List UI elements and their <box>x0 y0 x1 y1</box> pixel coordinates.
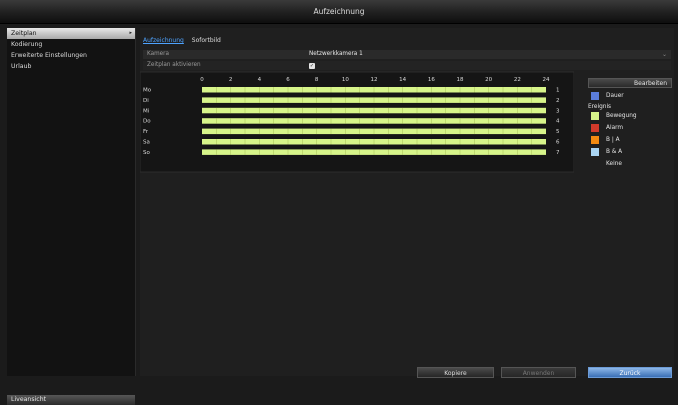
legend-b-and-a-label: B & A <box>606 149 623 155</box>
legend-alarm[interactable]: Alarm <box>588 123 672 135</box>
hour-tick-label: 12 <box>371 77 378 83</box>
hour-tick-label: 10 <box>342 77 349 83</box>
day-index: 5 <box>556 129 560 135</box>
day-index: 7 <box>556 150 560 156</box>
hour-tick-label: 20 <box>485 77 492 83</box>
legend-event-title: Ereignis <box>588 104 612 110</box>
hour-tick-label: 2 <box>229 77 233 83</box>
day-label: Fr <box>143 129 149 135</box>
sidebar-item-urlaub[interactable]: Urlaub <box>7 61 135 72</box>
window-title: Aufzeichnung <box>313 7 365 16</box>
hour-tick-label: 24 <box>543 77 550 83</box>
sidebar-item-zeitplan[interactable]: Zeitplan <box>7 28 135 39</box>
legend-b-or-a[interactable]: B | A <box>588 135 672 147</box>
day-index: 2 <box>556 98 560 104</box>
day-label: Mo <box>143 88 152 94</box>
hour-tick-label: 8 <box>315 77 319 83</box>
day-index: 3 <box>556 108 560 114</box>
b-and-a-swatch <box>591 148 599 156</box>
liveview-button[interactable]: Liveansicht <box>7 395 135 405</box>
legend-keine-label: Keine <box>606 161 622 167</box>
content-panel: Aufzeichnung Sofortbild Kamera Netzwerkk… <box>140 28 674 378</box>
legend-bewegung[interactable]: Bewegung <box>588 111 672 123</box>
hour-tick-label: 6 <box>286 77 290 83</box>
chevron-down-icon: ⌄ <box>661 51 667 58</box>
hour-tick-label: 0 <box>200 77 204 83</box>
legend-dauer[interactable]: Dauer <box>588 91 672 103</box>
legend-bewegung-label: Bewegung <box>606 113 637 119</box>
schedule-grid[interactable]: 0 2 4 6 8 10 12 14 16 18 20 22 24Mo 1Di 2Mi 3Do 4Fr 5Sa 6S… <box>140 28 574 188</box>
day-index: 4 <box>556 119 560 125</box>
day-label: Di <box>143 98 149 104</box>
legend-dauer-label: Dauer <box>606 93 624 99</box>
back-button[interactable]: Zurück <box>588 367 672 378</box>
alarm-swatch <box>591 124 599 132</box>
edit-button[interactable]: Bearbeiten <box>588 78 672 88</box>
hour-tick-label: 14 <box>399 77 406 83</box>
legend-alarm-label: Alarm <box>606 125 624 131</box>
apply-button[interactable]: Anwenden <box>501 367 576 378</box>
sidebar: Zeitplan Kodierung Erweiterte Einstellun… <box>7 28 136 405</box>
sidebar-item-erweiterte-einstellungen[interactable]: Erweiterte Einstellungen <box>7 50 135 61</box>
day-label: Do <box>143 119 151 125</box>
day-index: 1 <box>556 88 560 94</box>
bewegung-swatch <box>591 112 599 120</box>
hour-tick-label: 4 <box>258 77 262 83</box>
legend-keine[interactable]: Keine <box>588 159 672 171</box>
day-label: Mi <box>143 108 150 114</box>
copy-button[interactable]: Kopiere <box>417 367 494 378</box>
window-titlebar: Aufzeichnung <box>0 0 678 24</box>
legend-panel: Bearbeiten Dauer Ereignis Bewegung Alarm… <box>588 78 672 171</box>
legend-b-or-a-label: B | A <box>606 137 620 143</box>
hour-tick-label: 18 <box>457 77 464 83</box>
day-label: Sa <box>143 140 150 146</box>
dauer-swatch <box>591 92 599 100</box>
hour-tick-label: 22 <box>514 77 521 83</box>
legend-b-and-a[interactable]: B & A <box>588 147 672 159</box>
sidebar-item-kodierung[interactable]: Kodierung <box>7 39 135 50</box>
hour-tick-label: 16 <box>428 77 435 83</box>
day-index: 6 <box>556 140 560 146</box>
b-or-a-swatch <box>591 136 599 144</box>
day-label: So <box>143 150 150 156</box>
